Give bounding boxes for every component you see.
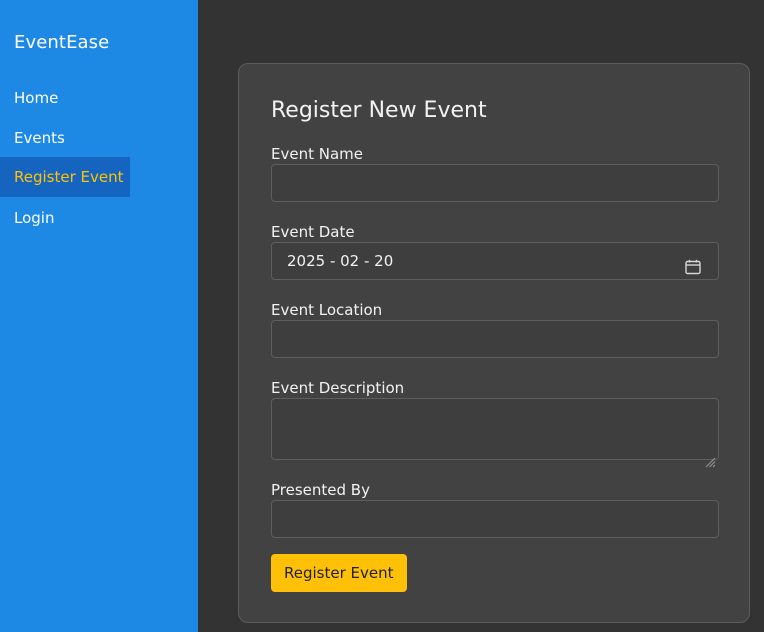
event-location-input[interactable] [271, 320, 719, 358]
event-name-label: Event Name [271, 145, 363, 163]
event-name-input[interactable] [271, 164, 719, 202]
sidebar-item-login[interactable]: Login [0, 198, 68, 238]
sidebar-item-label: Events [14, 129, 65, 147]
sidebar: EventEase Home Events Register Event Log… [0, 0, 198, 632]
event-description-textarea[interactable] [271, 398, 719, 468]
event-date-input[interactable]: 2025 - 02 - 20 [271, 242, 719, 280]
app-window: EventEase Home Events Register Event Log… [0, 0, 764, 632]
sidebar-item-label: Home [14, 89, 59, 107]
event-location-label: Event Location [271, 301, 383, 319]
sidebar-item-label: Register Event [14, 168, 124, 186]
calendar-icon[interactable] [684, 253, 702, 275]
sidebar-item-register-event[interactable]: Register Event [0, 157, 130, 197]
brand-logo[interactable]: EventEase [14, 32, 109, 53]
register-event-form: Register New Event Event Name Event Date… [238, 63, 750, 623]
event-date-value: 2025 - 02 - 20 [287, 252, 394, 270]
page-title: Register New Event [271, 98, 487, 123]
resize-grip-icon[interactable] [704, 445, 716, 468]
event-date-label: Event Date [271, 223, 355, 241]
sidebar-item-label: Login [14, 209, 55, 227]
main-content: Register New Event Event Name Event Date… [198, 0, 764, 632]
sidebar-item-events[interactable]: Events [0, 118, 79, 158]
sidebar-item-home[interactable]: Home [0, 78, 72, 118]
register-event-button[interactable]: Register Event [271, 554, 407, 592]
event-description-label: Event Description [271, 379, 405, 397]
presented-by-label: Presented By [271, 481, 370, 499]
presented-by-input[interactable] [271, 500, 719, 538]
